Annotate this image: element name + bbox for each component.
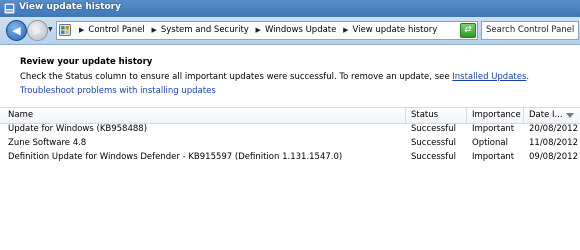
- table-row[interactable]: Definition Update for Windows Defender -…: [0, 151, 580, 165]
- update-importance: Important: [472, 124, 515, 134]
- update-date: 20/08/2012: [529, 124, 578, 134]
- control-panel-icon: [59, 24, 71, 36]
- update-status: Successful: [411, 138, 456, 148]
- update-status: Successful: [411, 124, 456, 134]
- update-importance: Optional: [472, 138, 508, 148]
- breadcrumb-system-and-security[interactable]: System and Security: [161, 25, 249, 35]
- breadcrumb-separator-icon[interactable]: ▶: [151, 26, 156, 34]
- breadcrumb-separator-icon[interactable]: ▶: [343, 26, 348, 34]
- column-header-name[interactable]: Name: [8, 110, 33, 120]
- breadcrumb-separator-icon[interactable]: ▶: [79, 26, 84, 34]
- breadcrumb-separator-icon[interactable]: ▶: [256, 26, 261, 34]
- navigation-bar: ◀ ▶ ▼ ▶ Control Panel ▶ System and Securit…: [0, 17, 580, 45]
- instruction-body: Check the Status column to ensure all im…: [20, 72, 453, 82]
- search-box[interactable]: Search Control Panel: [481, 21, 579, 40]
- column-divider[interactable]: [405, 108, 406, 123]
- update-name: Definition Update for Windows Defender -…: [8, 152, 343, 162]
- breadcrumb-control-panel[interactable]: Control Panel: [88, 25, 144, 35]
- column-divider[interactable]: [523, 108, 524, 123]
- instruction-period: .: [526, 72, 530, 82]
- update-date: 09/08/2012: [529, 152, 578, 162]
- update-date: 11/08/2012: [529, 138, 578, 148]
- breadcrumb-windows-update[interactable]: Windows Update: [265, 25, 336, 35]
- table-row[interactable]: Update for Windows (KB958488) Successful…: [0, 123, 580, 137]
- back-button[interactable]: ◀: [6, 20, 27, 41]
- back-arrow-icon: ◀: [12, 24, 21, 37]
- address-bar[interactable]: ▶ Control Panel ▶ System and Security ▶ Win…: [56, 21, 478, 40]
- windows-update-icon: [4, 3, 15, 14]
- installed-updates-link[interactable]: Installed Updates: [452, 72, 526, 82]
- page-heading: Review your update history: [20, 57, 153, 67]
- window-title: View update history: [19, 2, 121, 12]
- table-header: Name Status Importance Date I...: [0, 107, 580, 124]
- column-header-importance[interactable]: Importance: [472, 110, 521, 120]
- update-name: Update for Windows (KB958488): [8, 124, 148, 134]
- title-bar: View update history: [0, 0, 580, 17]
- table-row[interactable]: Zune Software 4.8 Successful Optional 11…: [0, 137, 580, 151]
- refresh-button[interactable]: ⇄: [460, 23, 476, 38]
- breadcrumb: ▶ Control Panel ▶ System and Security ▶ Win…: [75, 25, 437, 35]
- breadcrumb-view-update-history[interactable]: View update history: [352, 25, 437, 35]
- forward-arrow-icon: ▶: [33, 24, 42, 37]
- instruction-text: Check the Status column to ensure all im…: [20, 72, 529, 82]
- column-header-status[interactable]: Status: [411, 110, 438, 120]
- update-status: Successful: [411, 152, 456, 162]
- update-importance: Important: [472, 152, 515, 162]
- update-name: Zune Software 4.8: [8, 138, 87, 148]
- forward-button[interactable]: ▶: [27, 20, 48, 41]
- search-input[interactable]: Search Control Panel: [486, 25, 574, 35]
- sort-descending-icon: [566, 113, 574, 118]
- troubleshoot-link[interactable]: Troubleshoot problems with installing up…: [20, 86, 216, 96]
- column-header-date[interactable]: Date I...: [529, 110, 563, 120]
- column-divider[interactable]: [466, 108, 467, 123]
- recent-pages-dropdown[interactable]: ▼: [48, 26, 54, 34]
- refresh-icon: ⇄: [464, 25, 472, 35]
